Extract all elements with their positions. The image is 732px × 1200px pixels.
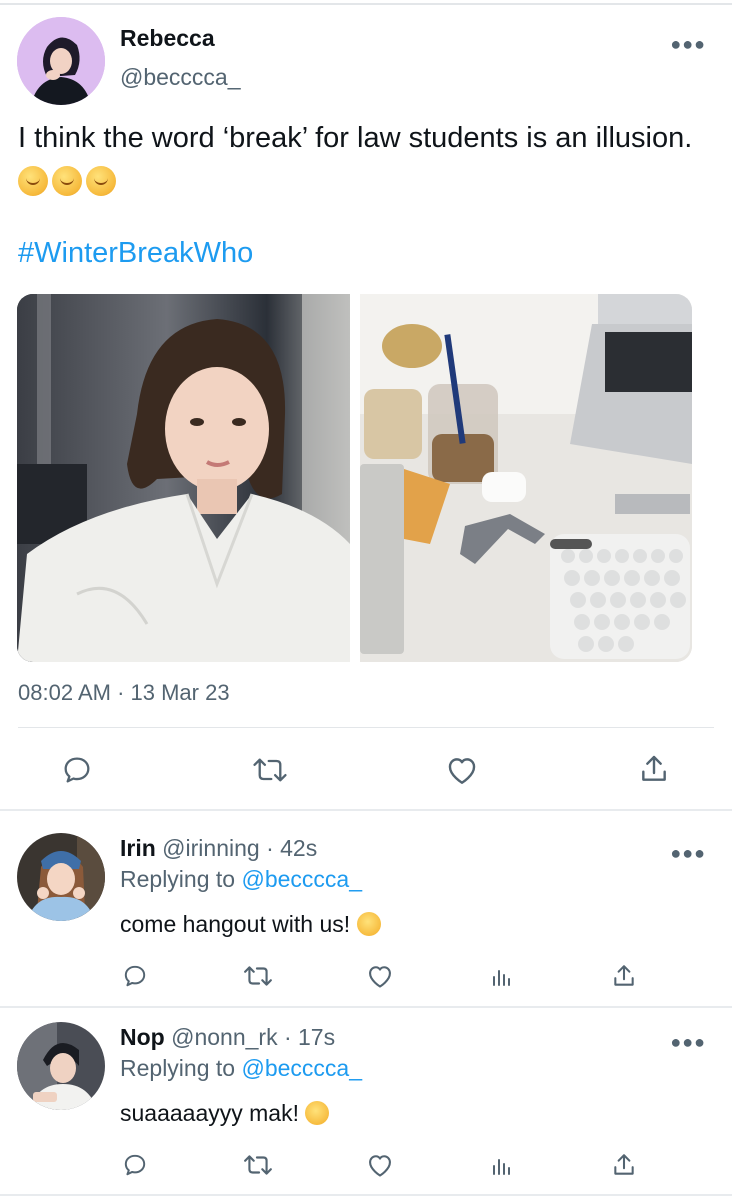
reply-text: suaaaaayyy mak! <box>120 1100 330 1127</box>
replying-to-handle[interactable]: @becccca_ <box>241 866 362 892</box>
divider <box>18 727 714 728</box>
reply-icon[interactable] <box>122 1152 148 1178</box>
like-icon[interactable] <box>445 754 479 786</box>
reply-body: suaaaaayyy mak! <box>120 1100 299 1126</box>
display-name[interactable]: Irin <box>120 835 156 861</box>
analytics-icon[interactable] <box>490 1154 514 1178</box>
user-handle[interactable]: @irinning <box>162 835 260 861</box>
smiling-face-with-hearts-icon <box>305 1101 330 1125</box>
avatar[interactable] <box>17 17 105 105</box>
analytics-icon[interactable] <box>490 965 514 989</box>
tweet-text: I think the word ‘break’ for law student… <box>18 116 708 204</box>
tweet-body: I think the word ‘break’ for law student… <box>18 122 693 154</box>
reply-actions <box>0 959 732 999</box>
reply-time: · 42s <box>266 835 318 861</box>
more-horizontal-icon[interactable]: ●●● <box>670 843 706 864</box>
photo-portrait-illustration <box>17 294 350 662</box>
avatar-image <box>17 833 105 921</box>
reply-icon[interactable] <box>61 754 93 786</box>
reply-text: come hangout with us! <box>120 911 381 938</box>
face-with-rolling-eyes-icon <box>356 912 381 936</box>
share-icon[interactable] <box>611 1151 637 1179</box>
share-icon[interactable] <box>638 752 670 786</box>
display-name[interactable]: Rebecca <box>120 25 215 52</box>
photo-desk-illustration <box>360 294 692 662</box>
retweet-icon[interactable] <box>243 1152 273 1178</box>
avatar-image <box>17 17 105 105</box>
user-handle[interactable]: @becccca_ <box>120 64 241 91</box>
tweet-timestamp[interactable]: 08:02 AM · 13 Mar 23 <box>18 680 230 706</box>
reply-actions <box>0 1148 732 1188</box>
replying-to-handle[interactable]: @becccca_ <box>241 1055 362 1081</box>
main-tweet: Rebecca @becccca_ ●●● I think the word ‘… <box>0 0 732 810</box>
melting-face-icon <box>52 166 82 196</box>
tweet-actions <box>0 740 732 800</box>
reply-body: come hangout with us! <box>120 911 351 937</box>
reply-tweet[interactable]: Nop @nonn_rk · 17s ●●● Replying to @becc… <box>0 1000 732 1190</box>
avatar[interactable] <box>17 1022 105 1110</box>
share-icon[interactable] <box>611 962 637 990</box>
tweet-photo-desk[interactable] <box>360 294 692 662</box>
reply-header: Nop @nonn_rk · 17s <box>120 1024 335 1051</box>
more-horizontal-icon[interactable]: ●●● <box>670 34 706 55</box>
display-name[interactable]: Nop <box>120 1024 165 1050</box>
retweet-icon[interactable] <box>243 963 273 989</box>
divider <box>0 1194 732 1196</box>
replying-to: Replying to @becccca_ <box>120 1055 362 1082</box>
replying-label: Replying to <box>120 1055 236 1081</box>
replying-to: Replying to @becccca_ <box>120 866 362 893</box>
reply-icon[interactable] <box>122 963 148 989</box>
avatar-image <box>17 1022 105 1110</box>
hashtag-link[interactable]: #WinterBreakWho <box>18 237 253 270</box>
tweet-photo-portrait[interactable] <box>17 294 350 662</box>
more-horizontal-icon[interactable]: ●●● <box>670 1032 706 1053</box>
melting-face-icon <box>18 166 48 196</box>
melting-face-icon <box>86 166 116 196</box>
like-icon[interactable] <box>366 963 394 989</box>
user-handle[interactable]: @nonn_rk <box>171 1024 277 1050</box>
reply-time: · 17s <box>283 1024 336 1050</box>
reply-header: Irin @irinning · 42s <box>120 835 317 862</box>
avatar[interactable] <box>17 833 105 921</box>
replying-label: Replying to <box>120 866 236 892</box>
retweet-icon[interactable] <box>252 754 288 786</box>
reply-tweet[interactable]: Irin @irinning · 42s ●●● Replying to @be… <box>0 811 732 1001</box>
like-icon[interactable] <box>366 1152 394 1178</box>
